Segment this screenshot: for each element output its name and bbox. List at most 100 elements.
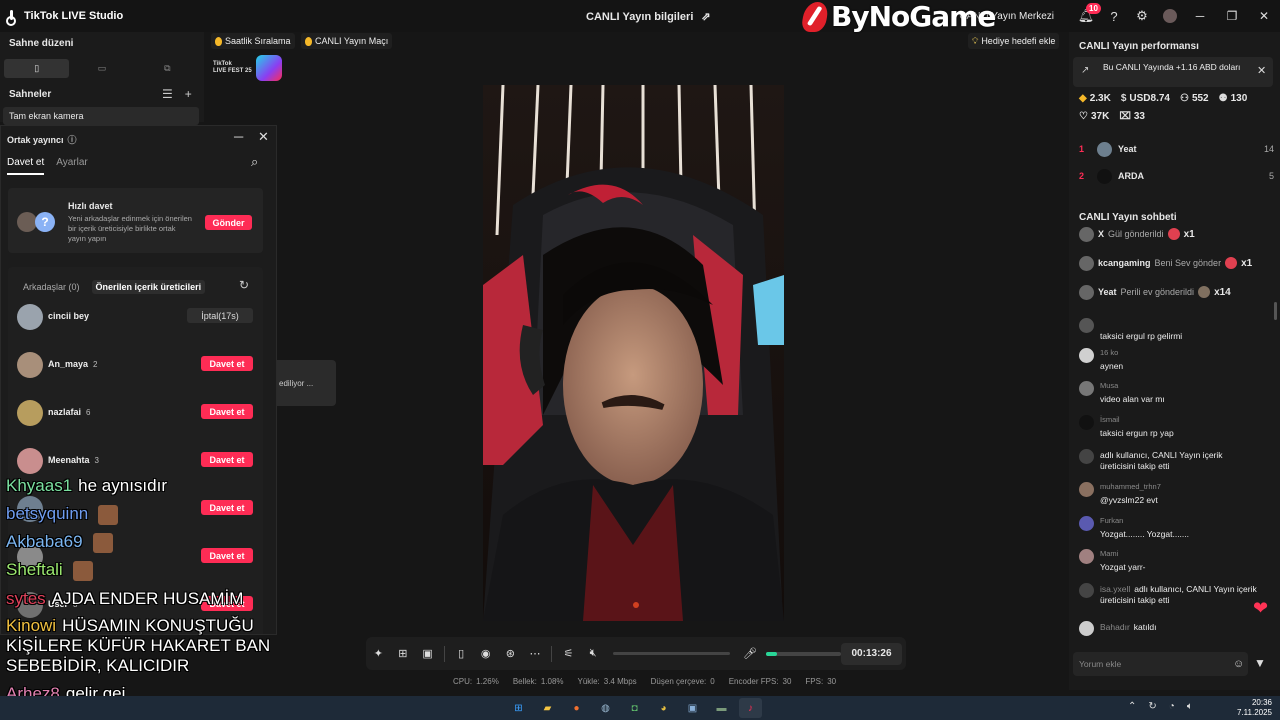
ea-app-icon[interactable]: ● xyxy=(565,698,588,718)
camera-app-icon[interactable]: ▣ xyxy=(681,698,704,718)
discord-icon[interactable]: ◘ xyxy=(623,698,646,718)
speaker-muted-icon[interactable]: 🔇︎ xyxy=(581,637,606,670)
avatar xyxy=(1079,549,1094,564)
stat-value: 3.4 Mbps xyxy=(603,677,637,686)
live-info-title[interactable]: CANLI Yayın bilgileri ⇗ xyxy=(586,10,711,24)
gifter-row[interactable]: 1 Yeat 14 xyxy=(1079,140,1274,158)
monitor-app-icon[interactable]: ▬ xyxy=(710,698,733,718)
avatar xyxy=(1079,226,1094,242)
magic-wand-icon[interactable]: ✦ xyxy=(366,637,391,670)
invite-button[interactable]: Davet et xyxy=(201,404,253,419)
live-fest-banner[interactable]: TikTok LIVE FEST 25 xyxy=(213,55,305,81)
tab-friends[interactable]: Arkadaşlar (0) xyxy=(19,280,84,294)
creator-name-text: Meenahta xyxy=(48,455,90,465)
gifter-name: ARDA xyxy=(1118,171,1144,181)
avatar xyxy=(1079,348,1094,363)
chat-text: Yozgat........ Yozgat....... xyxy=(1100,529,1189,539)
chevron-up-icon[interactable]: ⌃ xyxy=(1128,701,1136,712)
stat-value: 0 xyxy=(710,677,715,686)
minimize-dialog-button[interactable]: ─ xyxy=(234,129,243,144)
tiktok-live-studio-icon[interactable]: ♪ xyxy=(739,698,762,718)
network-icon[interactable]: ◔ xyxy=(1169,701,1175,712)
heart-icon: ❤ xyxy=(1253,598,1269,618)
list-icon[interactable]: ☰ xyxy=(162,87,173,101)
microphone-icon[interactable]: 🎤︎ xyxy=(738,637,763,670)
gifter-row[interactable]: 2 ARDA 5 xyxy=(1079,167,1274,185)
close-dialog-button[interactable]: ✕ xyxy=(258,129,269,145)
more-icon[interactable]: ⋯ xyxy=(523,637,548,670)
title-bar-right: CANLI Yayın Merkezi 🔔︎ 10 ? ⚙ ─ ❐ ✕ xyxy=(959,0,1280,32)
gift-goal-label: Hediye hedefi ekle xyxy=(981,36,1056,46)
chat-text: video alan var mı xyxy=(1100,394,1165,404)
chat-username: İsmail xyxy=(1100,415,1120,424)
minimize-button[interactable]: ─ xyxy=(1184,0,1216,32)
cohost-tabs: Davet et Ayarlar xyxy=(7,157,88,175)
add-scene-icon[interactable]: + xyxy=(185,87,192,101)
tab-suggested[interactable]: Önerilen içerik üreticileri xyxy=(91,280,206,294)
avatar xyxy=(17,212,37,232)
live-fest-line2: LIVE FEST 25 xyxy=(213,68,252,74)
quick-invite-description: Yeni arkadaşlar edinmek için önerilen bi… xyxy=(68,214,192,243)
layout-portrait-tab[interactable]: ▯ xyxy=(4,59,70,78)
send-button[interactable]: Gönder xyxy=(205,215,252,230)
cohost-dialog-header: Ortak yayıncı ⓘ xyxy=(7,133,77,146)
record-icon[interactable]: ◉ xyxy=(473,637,498,670)
overlay-chat-username: sytes xyxy=(6,589,46,608)
stat-label: Encoder FPS: xyxy=(728,677,779,686)
performance-title: CANLI Yayın performansı xyxy=(1079,41,1199,52)
volume-slider[interactable] xyxy=(613,652,730,655)
mixer-icon[interactable]: ⚟ xyxy=(556,637,581,670)
tab-settings[interactable]: Ayarlar xyxy=(56,157,88,175)
system-clock[interactable]: 20:36 7.11.2025 xyxy=(1232,698,1272,718)
camera-settings-icon[interactable]: ⊛ xyxy=(498,637,523,670)
mic-level-meter[interactable] xyxy=(766,651,841,656)
gift-goal-chip[interactable]: 💡︎ Hediye hedefi ekle xyxy=(968,33,1060,49)
maximize-button[interactable]: ❐ xyxy=(1216,0,1248,32)
invite-button[interactable]: Davet et xyxy=(201,500,253,515)
tab-invite[interactable]: Davet et xyxy=(7,157,45,175)
overlay-chat-text: SEBEBİDİR, KALICIDIR xyxy=(6,656,190,675)
search-icon[interactable]: ⌕ xyxy=(251,154,258,170)
avatar[interactable] xyxy=(1156,0,1184,32)
add-source-icon[interactable]: ⊞ xyxy=(391,637,416,670)
watermark-logo-icon xyxy=(800,1,830,32)
invite-button[interactable]: Davet et xyxy=(201,548,253,563)
chrome-icon[interactable]: ◕ xyxy=(652,698,675,718)
steam-icon[interactable]: ◍ xyxy=(594,698,617,718)
layout-dual-tab[interactable]: ⧉ xyxy=(135,59,200,78)
info-icon[interactable]: ⓘ xyxy=(68,133,77,146)
send-icon[interactable]: ▼ xyxy=(1254,656,1266,670)
emoji-icon[interactable]: ☺ xyxy=(1233,652,1244,676)
cancel-invite-button[interactable]: İptal(17s) xyxy=(187,308,253,323)
layout-landscape-tab[interactable]: ▭ xyxy=(69,59,134,78)
scene-item[interactable]: Tam ekran kamera xyxy=(3,107,199,125)
help-icon[interactable]: ? xyxy=(1100,0,1128,32)
close-icon[interactable]: ✕ xyxy=(1257,64,1266,77)
hourly-ranking-chip[interactable]: Saatlik Sıralama xyxy=(211,33,295,49)
speaker-icon[interactable]: 🔈︎ xyxy=(1187,701,1193,712)
scenes-title: Sahneler xyxy=(9,89,52,100)
windows-start-icon[interactable]: ⊞ xyxy=(507,698,530,718)
bell-icon[interactable]: 🔔︎ 10 xyxy=(1072,0,1101,32)
scrollbar[interactable] xyxy=(1274,302,1277,320)
live-match-label: CANLI Yayın Maçı xyxy=(315,36,389,46)
gear-icon[interactable]: ⚙ xyxy=(1128,0,1156,32)
refresh-icon[interactable]: ↻ xyxy=(239,278,249,292)
layout-icon[interactable]: ▣ xyxy=(415,637,440,670)
chat-system-text: adlı kullanıcı, CANLI Yayın içerik üreti… xyxy=(1100,450,1260,472)
file-explorer-icon[interactable]: ▰ xyxy=(536,698,559,718)
close-button[interactable]: ✕ xyxy=(1248,0,1280,32)
chat-feed[interactable]: taksici ergul rp gelirmi 16 ko aynen Musa vi… xyxy=(1069,318,1274,638)
live-match-chip[interactable]: CANLI Yayın Maçı xyxy=(301,33,393,49)
comment-input[interactable]: Yorum ekle ☺ xyxy=(1073,652,1248,676)
avatar xyxy=(1079,482,1094,497)
share-icon[interactable]: ⇗ xyxy=(701,10,710,23)
avatar xyxy=(1079,381,1094,396)
invite-button[interactable]: Davet et xyxy=(201,452,253,467)
invite-button[interactable]: Davet et xyxy=(201,356,253,371)
sync-icon[interactable]: ↻ xyxy=(1148,701,1156,712)
follower-count: 3 xyxy=(94,456,99,465)
overlay-chat-text: KİŞİLERE KÜFÜR HAKARET BAN xyxy=(6,636,271,655)
avatar xyxy=(1079,449,1094,464)
phone-icon[interactable]: ▯ xyxy=(449,637,474,670)
